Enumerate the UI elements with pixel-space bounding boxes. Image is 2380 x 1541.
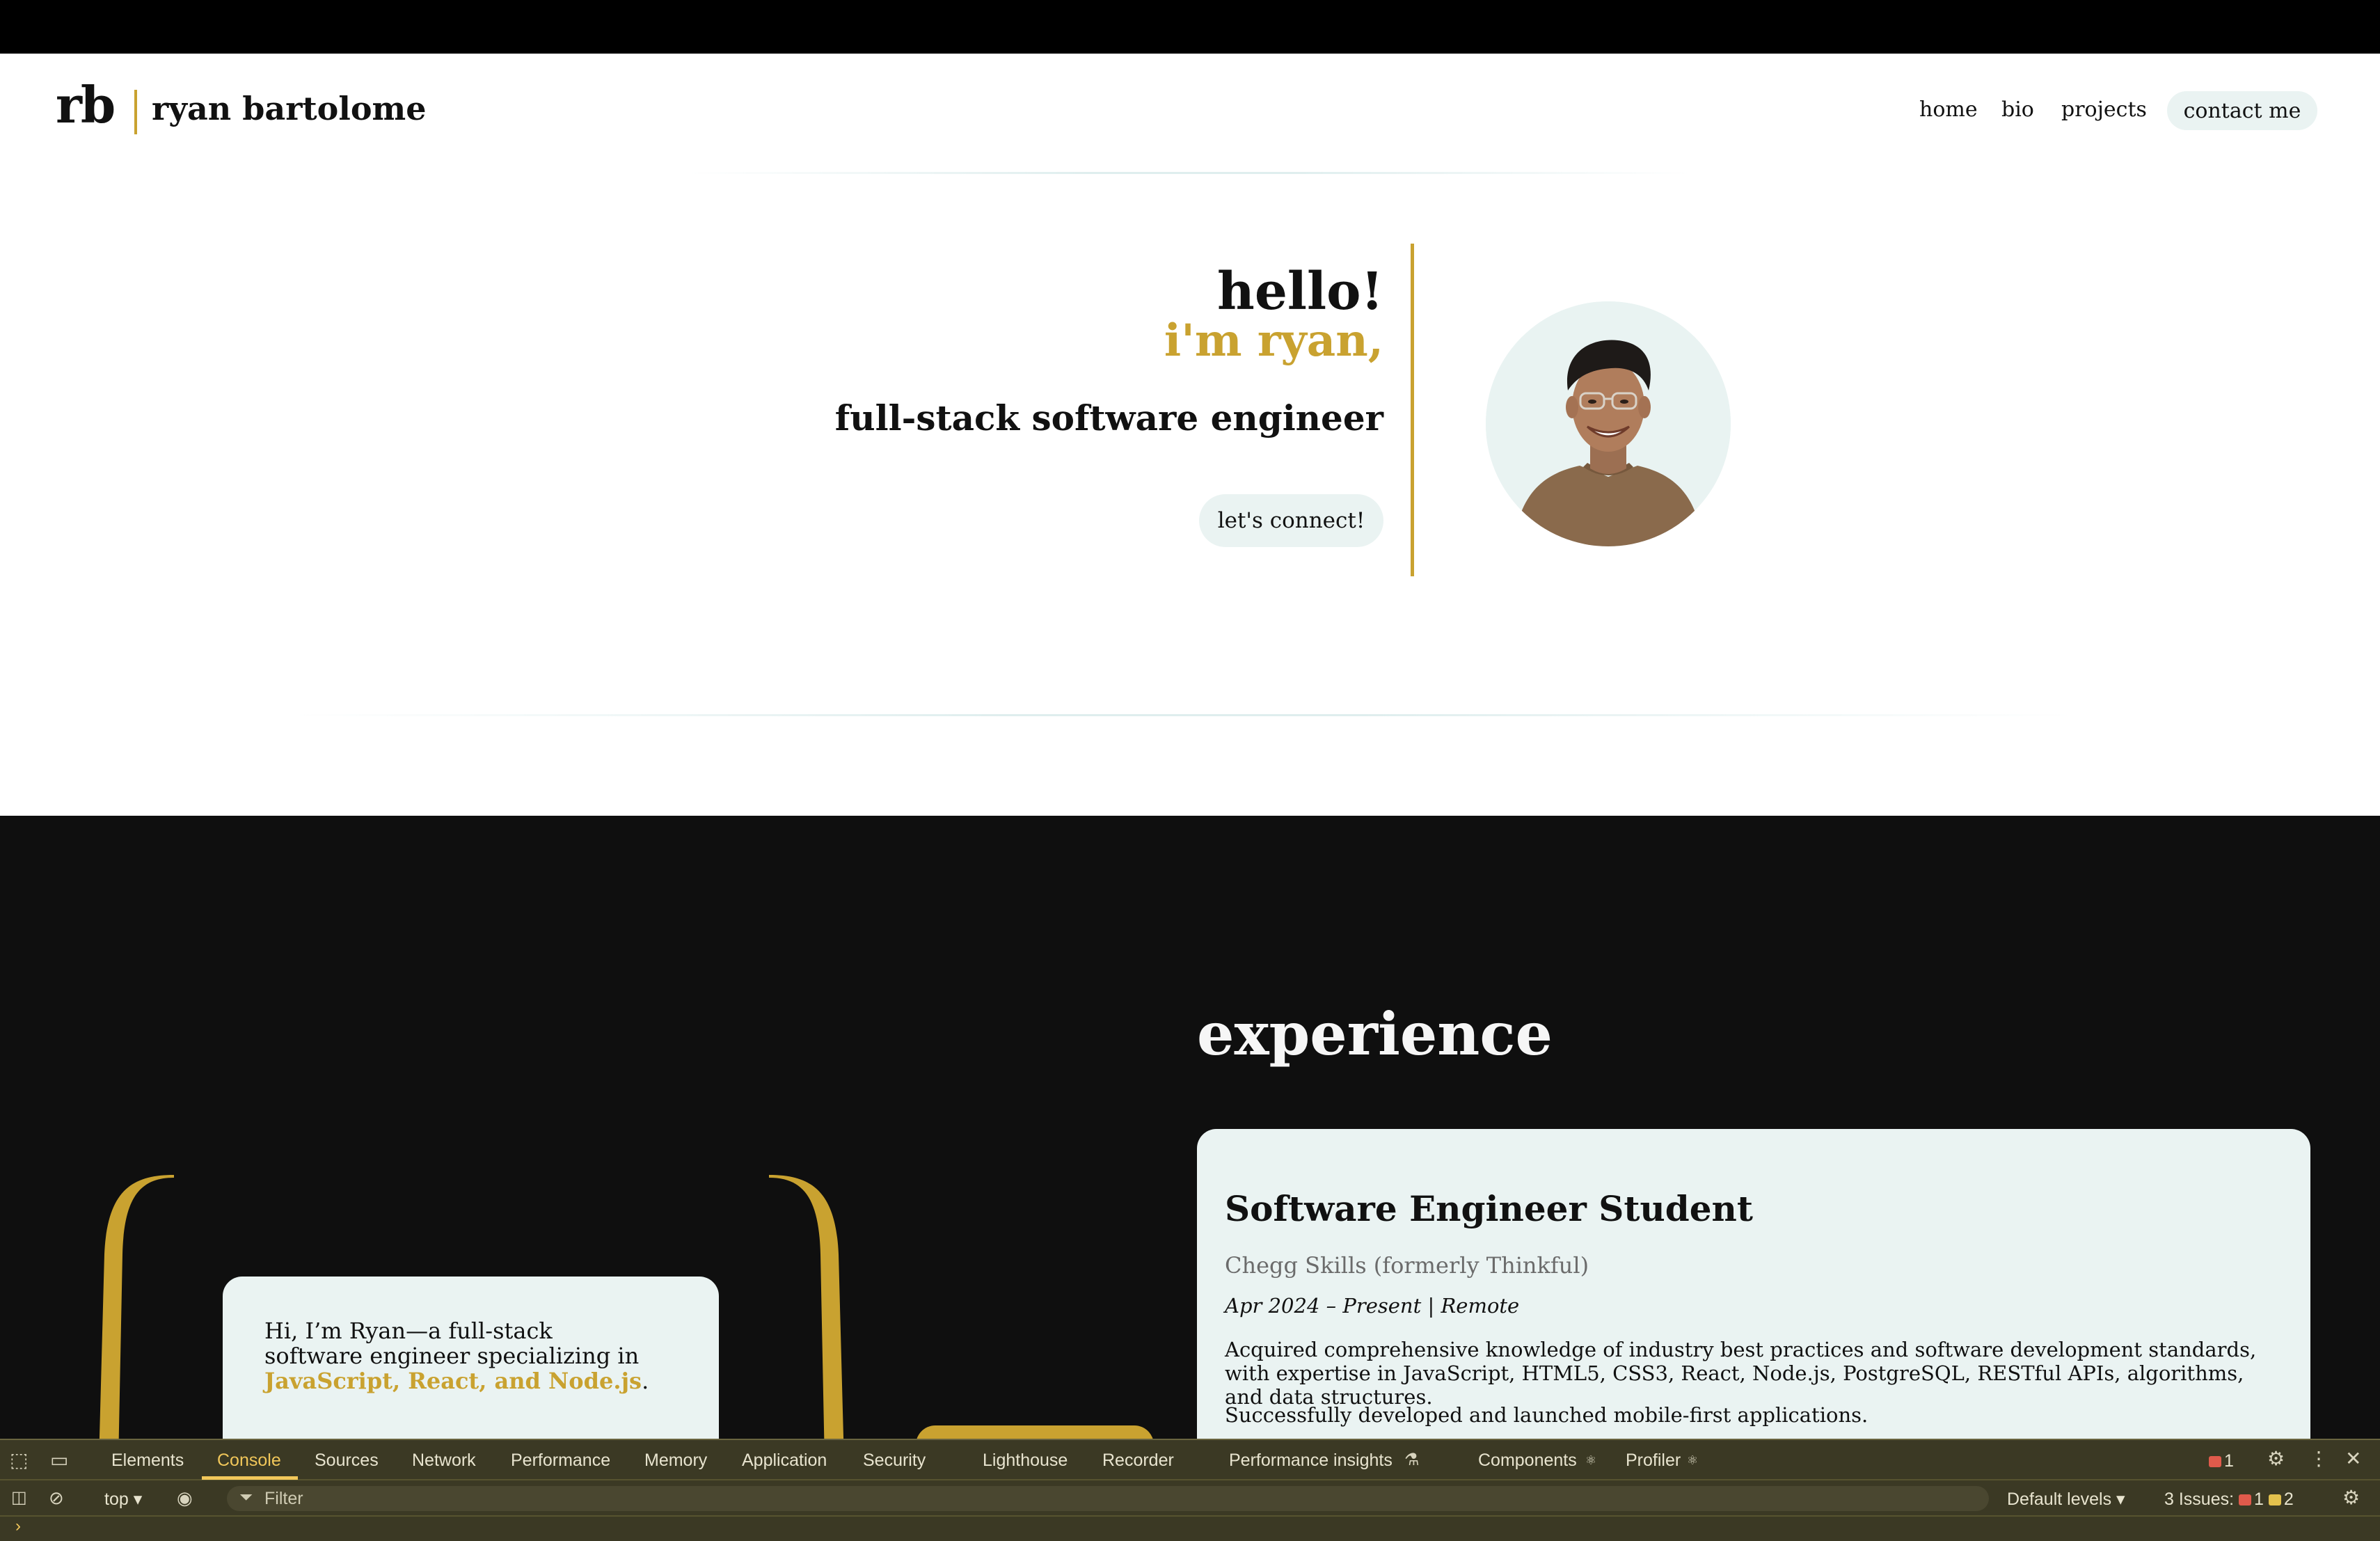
issues-warning-count: 2 — [2283, 1489, 2294, 1509]
tab-performance-insights[interactable]: Performance insights — [1229, 1450, 1393, 1471]
issue-warning-icon — [2268, 1494, 2281, 1506]
hero-name: i'm ryan, — [1164, 315, 1383, 367]
right-brace-decoration — [769, 1175, 844, 1439]
left-brace-decoration — [99, 1175, 174, 1439]
console-toolbar: ◫ ⊘ top ▾ ◉ ⏷ Filter Default levels ▾ 3 … — [0, 1480, 2380, 1517]
gold-tab-decoration — [916, 1425, 1154, 1439]
filter-placeholder: Filter — [264, 1489, 303, 1508]
issues-error-count: 1 — [2254, 1489, 2264, 1509]
bio-card: Hi, I’m Ryan—a full-stack software engin… — [223, 1277, 719, 1439]
nav-contact-button[interactable]: contact me — [2167, 91, 2317, 130]
tab-application[interactable]: Application — [742, 1450, 827, 1471]
tab-recorder[interactable]: Recorder — [1102, 1450, 1174, 1471]
hero-greeting: hello! — [1217, 262, 1383, 322]
issue-error-icon — [2239, 1494, 2252, 1506]
context-value: top — [104, 1489, 129, 1509]
tab-profiler[interactable]: Profiler — [1626, 1450, 1681, 1471]
context-selector[interactable]: top ▾ — [104, 1489, 142, 1509]
browser-top-bar — [0, 0, 2380, 54]
inspect-element-icon[interactable]: ⬚ — [10, 1450, 28, 1471]
bio-text-prefix: Hi, I’m Ryan—a full-stack software engin… — [264, 1318, 640, 1369]
logo-mark[interactable]: rb — [56, 80, 116, 130]
console-filter-input[interactable]: ⏷ Filter — [227, 1486, 1989, 1511]
chevron-down-icon: ▾ — [2116, 1489, 2125, 1509]
active-tab-indicator — [202, 1476, 298, 1480]
tab-memory[interactable]: Memory — [644, 1450, 707, 1471]
job-company: Chegg Skills (formerly Thinkful) — [1225, 1252, 1589, 1279]
tab-performance[interactable]: Performance — [511, 1450, 610, 1471]
console-prompt: › — [15, 1517, 21, 1535]
hero-divider-bottom — [292, 714, 2074, 716]
react-icon: ⚛ — [1585, 1453, 1597, 1467]
tab-security[interactable]: Security — [863, 1450, 926, 1471]
log-levels-dropdown[interactable]: Default levels ▾ — [2007, 1489, 2125, 1509]
settings-gear-icon[interactable]: ⚙ — [2267, 1448, 2285, 1469]
clear-console-icon[interactable]: ⊘ — [49, 1487, 64, 1508]
connect-button[interactable]: let's connect! — [1199, 494, 1383, 547]
more-options-icon[interactable]: ⋮ — [2309, 1448, 2329, 1469]
filter-icon: ⏷ — [239, 1488, 253, 1507]
tab-lighthouse[interactable]: Lighthouse — [983, 1450, 1068, 1471]
logo-name[interactable]: ryan bartolome — [152, 93, 426, 125]
job-title: Software Engineer Student — [1225, 1188, 1753, 1229]
chevron-down-icon: ▾ — [133, 1489, 143, 1509]
experience-card: Software Engineer Student Chegg Skills (… — [1197, 1129, 2310, 1439]
header-divider — [689, 172, 1691, 174]
close-icon[interactable]: ✕ — [2345, 1448, 2361, 1469]
log-levels-value: Default levels — [2007, 1489, 2112, 1509]
bio-experience-section: Hi, I’m Ryan—a full-stack software engin… — [0, 816, 2380, 1439]
nav-link-projects[interactable]: projects — [2061, 100, 2147, 120]
flask-icon: ⚗ — [1404, 1451, 1420, 1469]
devtools-panel: ⬚ ▭ Elements Console Sources Network Per… — [0, 1439, 2380, 1541]
job-description-2: Successfully developed and launched mobi… — [1225, 1403, 1869, 1427]
issues-label: 3 Issues: — [2164, 1489, 2235, 1509]
error-count-badge[interactable]: 1 — [2209, 1451, 2234, 1471]
sidebar-toggle-icon[interactable]: ◫ — [11, 1487, 27, 1508]
bio-tech-highlight: JavaScript, React, and Node.js — [264, 1368, 642, 1394]
error-count: 1 — [2224, 1451, 2234, 1471]
devtools-tab-bar: ⬚ ▭ Elements Console Sources Network Per… — [0, 1439, 2380, 1480]
issues-indicator[interactable]: 3 Issues: 1 2 — [2164, 1489, 2294, 1509]
nav-link-home[interactable]: home — [1919, 100, 1978, 120]
profile-photo — [1486, 301, 1731, 546]
react-icon-profiler: ⚛ — [1687, 1453, 1699, 1467]
console-output[interactable]: › — [0, 1517, 2380, 1541]
tab-elements[interactable]: Elements — [111, 1450, 184, 1471]
job-dates: Apr 2024 – Present | Remote — [1225, 1294, 1520, 1318]
tab-network[interactable]: Network — [412, 1450, 476, 1471]
device-toolbar-icon[interactable]: ▭ — [50, 1450, 68, 1471]
hero-role: full-stack software engineer — [834, 397, 1383, 438]
tab-sources[interactable]: Sources — [315, 1450, 379, 1471]
site-header: rb ryan bartolome home bio projects cont… — [0, 54, 2380, 172]
job-description-1: Acquired comprehensive knowledge of indu… — [1225, 1338, 2257, 1409]
error-icon — [2209, 1456, 2221, 1468]
live-expression-eye-icon[interactable]: ◉ — [177, 1487, 193, 1508]
tab-components[interactable]: Components — [1478, 1450, 1577, 1471]
profile-photo-illustration — [1486, 301, 1731, 546]
bio-text-suffix: . — [642, 1368, 649, 1394]
console-settings-icon[interactable]: ⚙ — [2342, 1487, 2360, 1508]
hero-divider — [1411, 244, 1414, 576]
tab-console[interactable]: Console — [217, 1450, 281, 1471]
bio-text: Hi, I’m Ryan—a full-stack software engin… — [264, 1318, 654, 1393]
experience-title: experience — [1197, 999, 1553, 1068]
logo-divider — [134, 90, 137, 134]
nav-link-bio[interactable]: bio — [2001, 100, 2034, 120]
